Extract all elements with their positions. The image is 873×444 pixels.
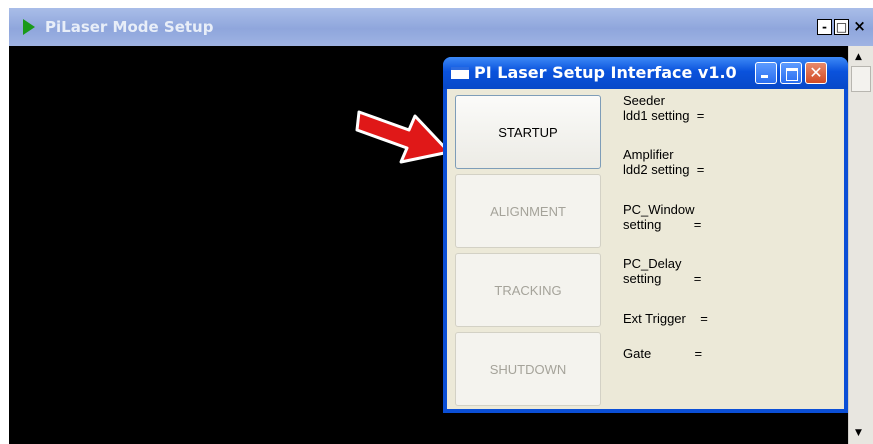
- ldd1-setting-label: ldd1 setting =: [623, 108, 705, 123]
- scroll-down-icon[interactable]: ▼: [855, 428, 862, 438]
- ext-trigger-label: Ext Trigger =: [623, 311, 708, 326]
- vertical-scrollbar[interactable]: ▲ ▼: [848, 46, 873, 444]
- close-icon: ✕: [809, 63, 823, 82]
- pc-delay-label: PC_Delay: [623, 256, 682, 271]
- seeder-label: Seeder: [623, 93, 665, 108]
- amplifier-label: Amplifier: [623, 147, 674, 162]
- scroll-thumb[interactable]: [851, 66, 871, 92]
- outer-window-title: PiLaser Mode Setup: [45, 18, 214, 36]
- shutdown-button[interactable]: SHUTDOWN: [455, 332, 601, 406]
- pc-window-label: PC_Window: [623, 202, 695, 217]
- ldd2-setting-label: ldd2 setting =: [623, 162, 705, 177]
- tracking-button[interactable]: TRACKING: [455, 253, 601, 327]
- dialog-minimize-button[interactable]: [755, 62, 777, 84]
- pc-delay-setting-label: setting =: [623, 271, 702, 286]
- window-icon: [451, 67, 469, 79]
- dialog-maximize-button[interactable]: [780, 62, 802, 84]
- outer-title-bar[interactable]: PiLaser Mode Setup - □ ×: [9, 8, 873, 46]
- dialog-close-button[interactable]: ✕: [805, 62, 827, 84]
- dialog-client-area: STARTUP ALIGNMENT TRACKING SHUTDOWN Seed…: [447, 89, 844, 409]
- maximize-button[interactable]: □: [834, 19, 849, 35]
- gate-label: Gate =: [623, 346, 703, 361]
- dialog-title: PI Laser Setup Interface v1.0: [474, 63, 737, 82]
- red-arrow-icon: [355, 110, 451, 164]
- startup-button[interactable]: STARTUP: [455, 95, 601, 169]
- play-icon: [23, 19, 35, 35]
- pc-window-setting-label: setting =: [623, 217, 702, 232]
- setup-dialog: PI Laser Setup Interface v1.0 ✕ STARTUP …: [443, 57, 848, 413]
- alignment-button[interactable]: ALIGNMENT: [455, 174, 601, 248]
- minimize-button[interactable]: -: [817, 19, 832, 35]
- close-button[interactable]: ×: [852, 19, 867, 35]
- dialog-title-bar[interactable]: PI Laser Setup Interface v1.0 ✕: [443, 57, 848, 89]
- scroll-up-icon[interactable]: ▲: [855, 52, 862, 62]
